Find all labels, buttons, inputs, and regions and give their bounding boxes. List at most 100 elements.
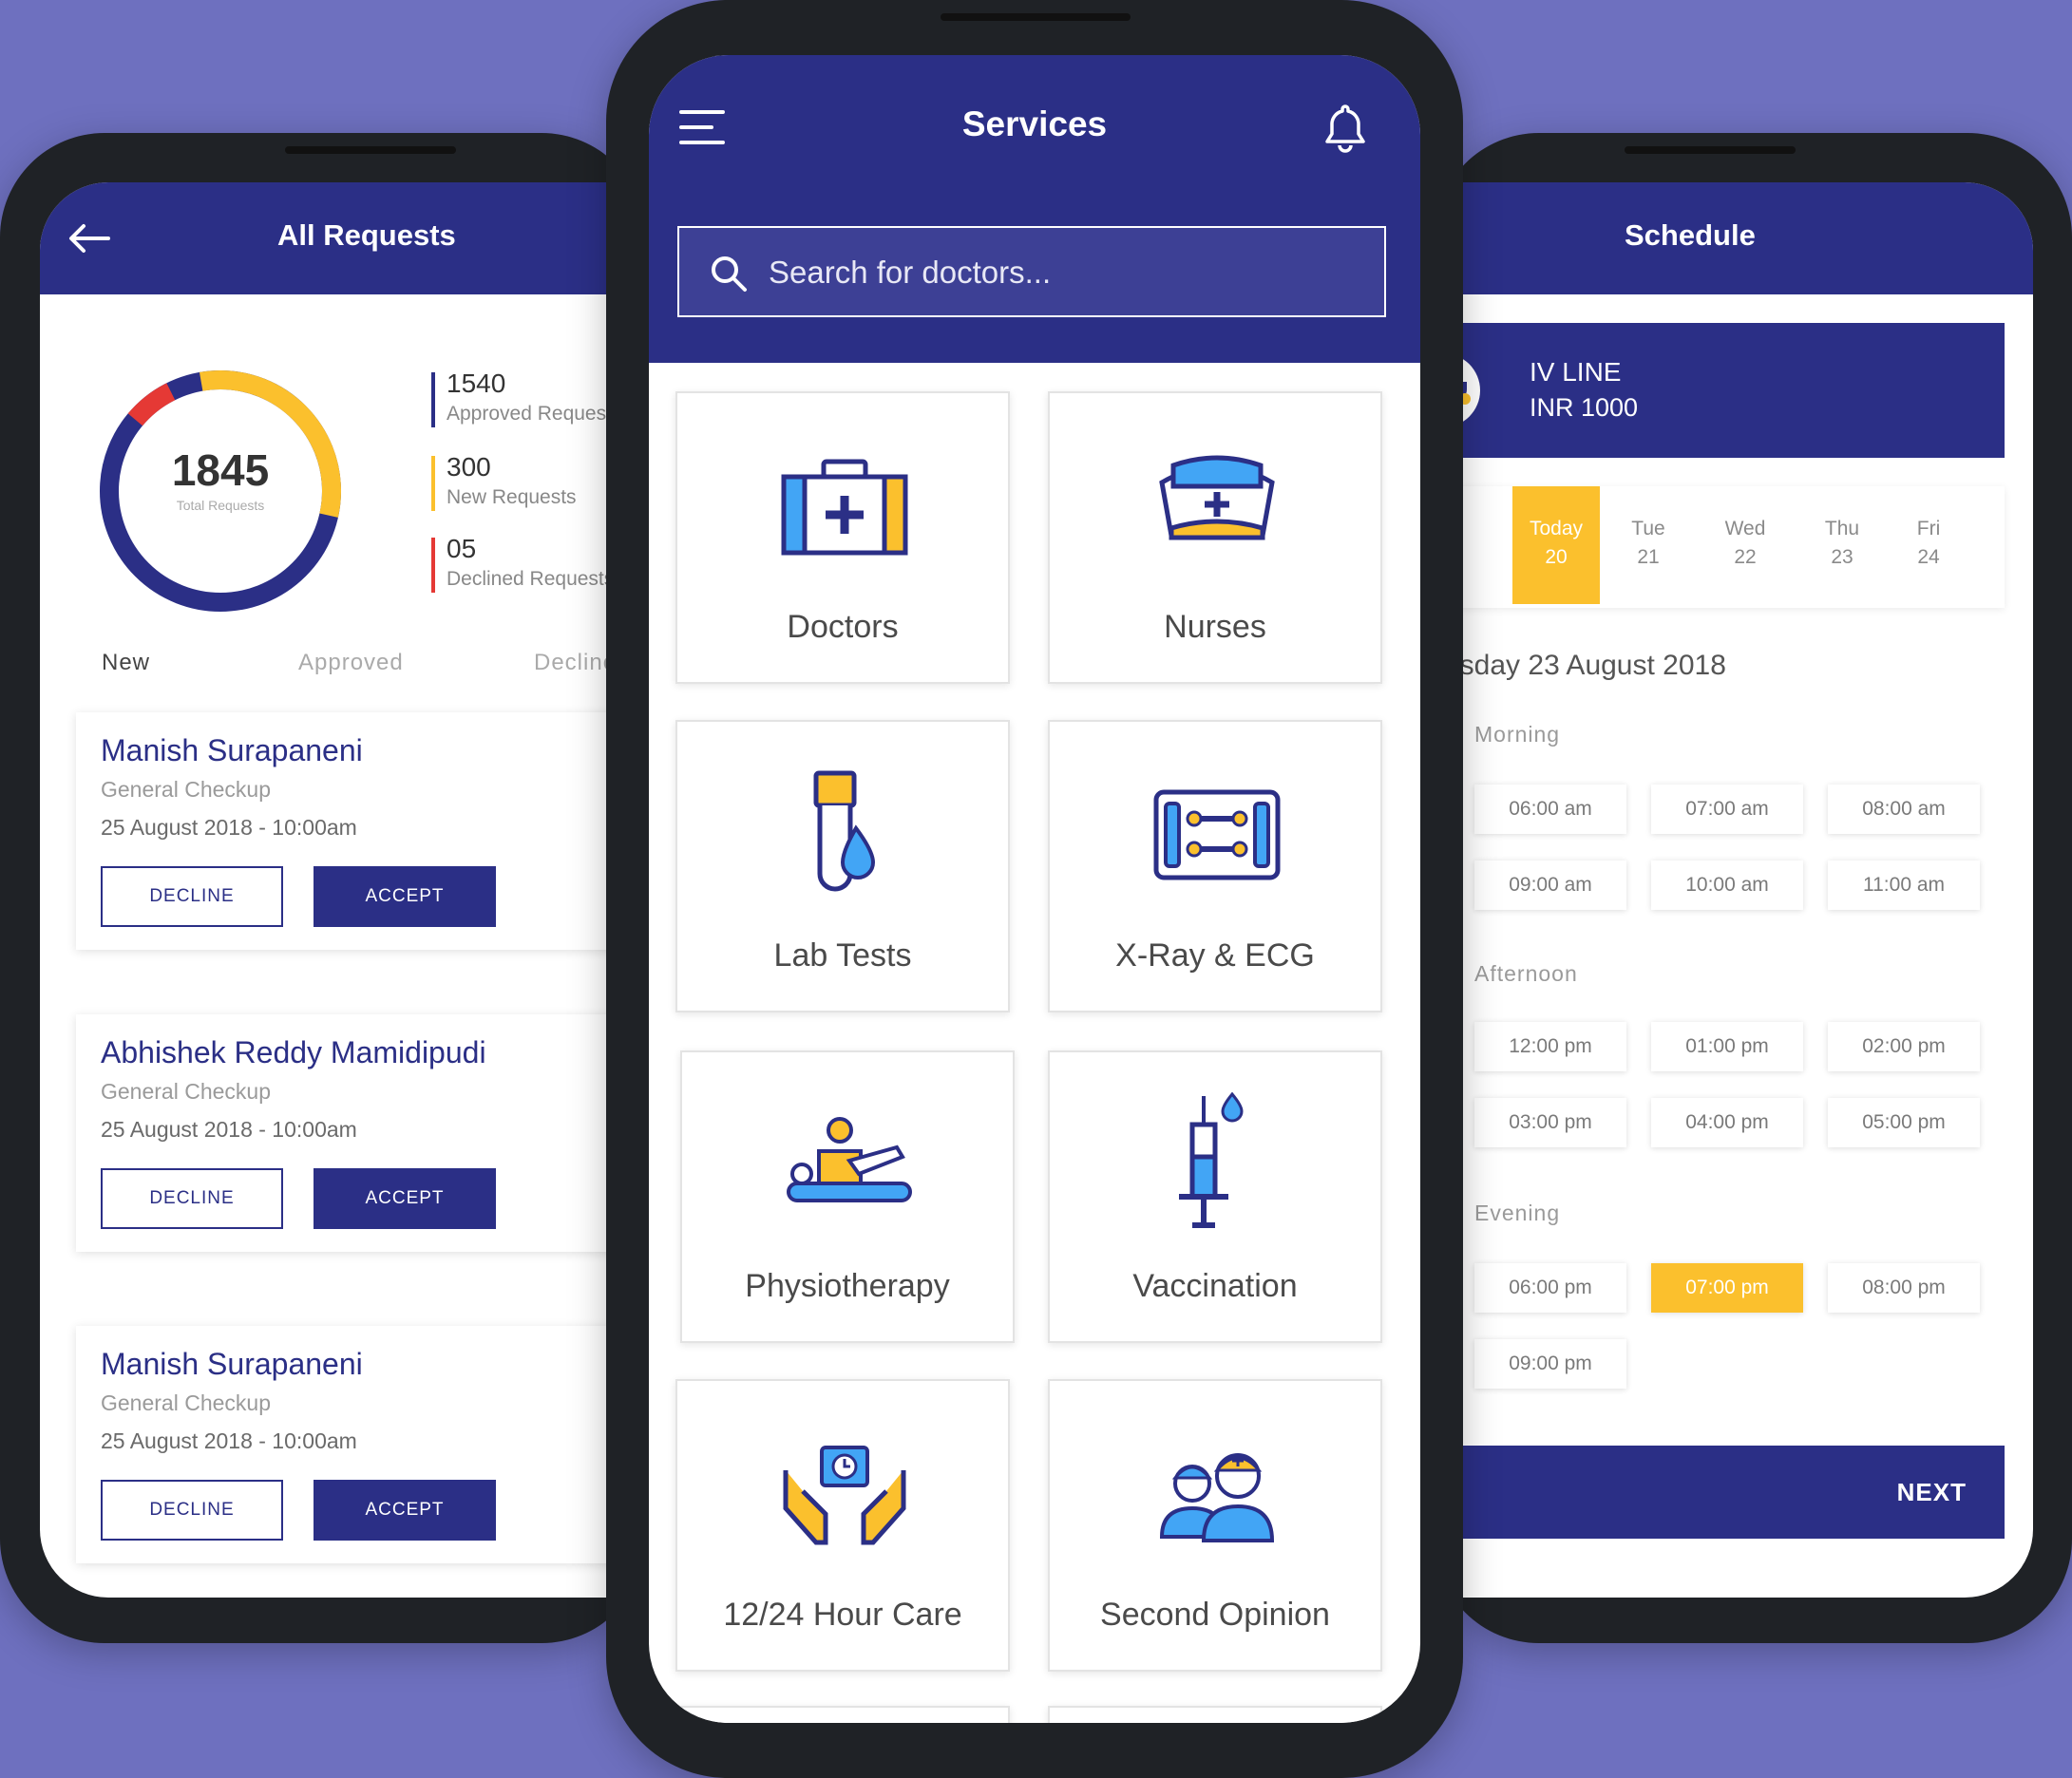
time-slot[interactable]: 08:00 am — [1828, 785, 1980, 834]
new-indicator — [431, 456, 435, 511]
time-slot[interactable]: 05:00 pm — [1828, 1098, 1980, 1147]
request-type: General Checkup — [101, 777, 271, 802]
patient-name: Manish Surapaneni — [101, 1347, 363, 1381]
time-slot[interactable]: 07:00 am — [1651, 785, 1803, 834]
time-slot[interactable]: 09:00 am — [1474, 861, 1626, 910]
date-selector: ⌄ Today 20 Tue 21 Wed 22 Thu 23 Fri 24 — [1435, 486, 2005, 608]
day-number: 21 — [1637, 546, 1660, 568]
app-header: Schedule — [1435, 182, 2033, 294]
app-header: All Requests — [40, 182, 648, 294]
phone-speaker — [941, 13, 1131, 21]
service-tile-physiotherapy[interactable]: Physiotherapy — [680, 1050, 1015, 1343]
tab-new[interactable]: New — [102, 650, 150, 676]
day-name: Fri — [1916, 518, 1941, 539]
time-slot[interactable]: 11:00 am — [1828, 861, 1980, 910]
declined-count: 05 — [447, 534, 477, 563]
request-date: 25 August 2018 - 10:00am — [101, 1428, 357, 1453]
service-label: X-Ray & ECG — [1115, 937, 1315, 974]
date-today[interactable]: Today 20 — [1512, 486, 1600, 604]
app-header: Services Search for doctors... — [649, 55, 1420, 363]
medical-kit-icon — [781, 459, 908, 556]
service-label: Vaccination — [1132, 1268, 1298, 1304]
accept-button[interactable]: ACCEPT — [314, 1480, 496, 1541]
approved-count: 1540 — [447, 369, 506, 398]
service-tile-partial[interactable] — [1048, 1706, 1382, 1723]
xray-icon — [1153, 789, 1281, 880]
center-phone: Services Search for doctors... Doctors N… — [606, 0, 1463, 1778]
phone-speaker — [285, 146, 456, 154]
service-label: Second Opinion — [1100, 1597, 1330, 1633]
time-slot[interactable]: 02:00 pm — [1828, 1022, 1980, 1071]
page-title: Services — [961, 104, 1108, 143]
new-label: New Requests — [447, 486, 577, 508]
time-slot[interactable]: 10:00 am — [1651, 861, 1803, 910]
decline-button[interactable]: DECLINE — [101, 1168, 283, 1229]
service-price: INR 1000 — [1530, 393, 1639, 422]
request-date: 25 August 2018 - 10:00am — [101, 1117, 357, 1142]
time-slot[interactable]: 08:00 pm — [1828, 1263, 1980, 1313]
time-slot[interactable]: 06:00 pm — [1474, 1263, 1626, 1313]
page-title: All Requests — [277, 218, 456, 252]
accept-button[interactable]: ACCEPT — [314, 1168, 496, 1229]
approved-label: Approved Requests — [447, 403, 622, 425]
service-tile-nurses[interactable]: Nurses — [1048, 391, 1382, 684]
patient-name: Manish Surapaneni — [101, 733, 363, 767]
bell-icon[interactable] — [1323, 103, 1367, 154]
total-requests-value: 1845 — [171, 445, 270, 495]
day-name: Tue — [1631, 518, 1665, 539]
section-evening: Evening — [1474, 1201, 1561, 1225]
left-phone: All Requests 1845 Total Requests 1540 Ap… — [0, 133, 648, 1643]
request-type: General Checkup — [101, 1079, 271, 1104]
search-input[interactable]: Search for doctors... — [677, 226, 1386, 317]
request-type: General Checkup — [101, 1390, 271, 1415]
day-number: 23 — [1831, 546, 1853, 568]
care-hands-icon — [783, 1446, 906, 1545]
all-requests-screen: All Requests 1845 Total Requests 1540 Ap… — [40, 182, 648, 1598]
phone-speaker — [1625, 146, 1796, 154]
decline-button[interactable]: DECLINE — [101, 1480, 283, 1541]
service-tile-partial[interactable] — [675, 1706, 1010, 1723]
time-slot[interactable]: 12:00 pm — [1474, 1022, 1626, 1071]
schedule-screen: Schedule IV LINE INR 1000 ⌄ Today 20 Tue… — [1435, 182, 2033, 1598]
patient-name: Abhishek Reddy Mamidipudi — [101, 1035, 486, 1069]
search-placeholder: Search for doctors... — [769, 255, 1052, 290]
service-tile-xray-ecg[interactable]: X-Ray & ECG — [1048, 720, 1382, 1012]
request-card: Abhishek Reddy Mamidipudi General Checku… — [76, 1014, 648, 1252]
syringe-icon — [1179, 1091, 1244, 1228]
time-slot[interactable]: 09:00 pm — [1474, 1339, 1626, 1389]
time-slot[interactable]: 01:00 pm — [1651, 1022, 1803, 1071]
time-slot[interactable]: 03:00 pm — [1474, 1098, 1626, 1147]
day-number: 24 — [1917, 546, 1940, 568]
next-button-label: NEXT — [1896, 1478, 1967, 1506]
next-button[interactable]: NEXT — [1435, 1446, 2005, 1539]
back-arrow-icon[interactable] — [68, 222, 110, 255]
service-label: Nurses — [1164, 609, 1266, 645]
day-name: Wed — [1724, 518, 1766, 539]
time-slot-selected[interactable]: 07:00 pm — [1651, 1263, 1803, 1313]
service-tile-vaccination[interactable]: Vaccination — [1048, 1050, 1382, 1343]
doctors-icon — [1159, 1453, 1275, 1542]
declined-label: Declined Requests — [447, 568, 615, 590]
service-tile-doctors[interactable]: Doctors — [675, 391, 1010, 684]
service-label: Doctors — [787, 609, 899, 645]
decline-button[interactable]: DECLINE — [101, 866, 283, 927]
time-slot[interactable]: 04:00 pm — [1651, 1098, 1803, 1147]
tab-approved[interactable]: Approved — [298, 650, 404, 676]
time-slot[interactable]: 06:00 am — [1474, 785, 1626, 834]
request-card: Manish Surapaneni General Checkup 25 Aug… — [76, 712, 648, 950]
section-morning: Morning — [1474, 722, 1561, 747]
service-tile-hour-care[interactable]: 12/24 Hour Care — [675, 1379, 1010, 1672]
page-title: Schedule — [1625, 218, 1756, 252]
day-number: 22 — [1734, 546, 1757, 568]
accept-button[interactable]: ACCEPT — [314, 866, 496, 927]
nurse-cap-icon — [1159, 455, 1275, 540]
total-requests-label: Total Requests — [176, 498, 265, 513]
service-name: IV LINE — [1530, 357, 1622, 387]
service-tile-second-opinion[interactable]: Second Opinion — [1048, 1379, 1382, 1672]
services-screen: Services Search for doctors... Doctors N… — [649, 55, 1420, 1723]
service-label: 12/24 Hour Care — [723, 1597, 962, 1633]
service-summary: IV LINE INR 1000 — [1435, 323, 2005, 458]
service-tile-lab-tests[interactable]: Lab Tests — [675, 720, 1010, 1012]
day-name: Thu — [1824, 518, 1860, 539]
selected-date-heading: ursday 23 August 2018 — [1435, 650, 1726, 681]
